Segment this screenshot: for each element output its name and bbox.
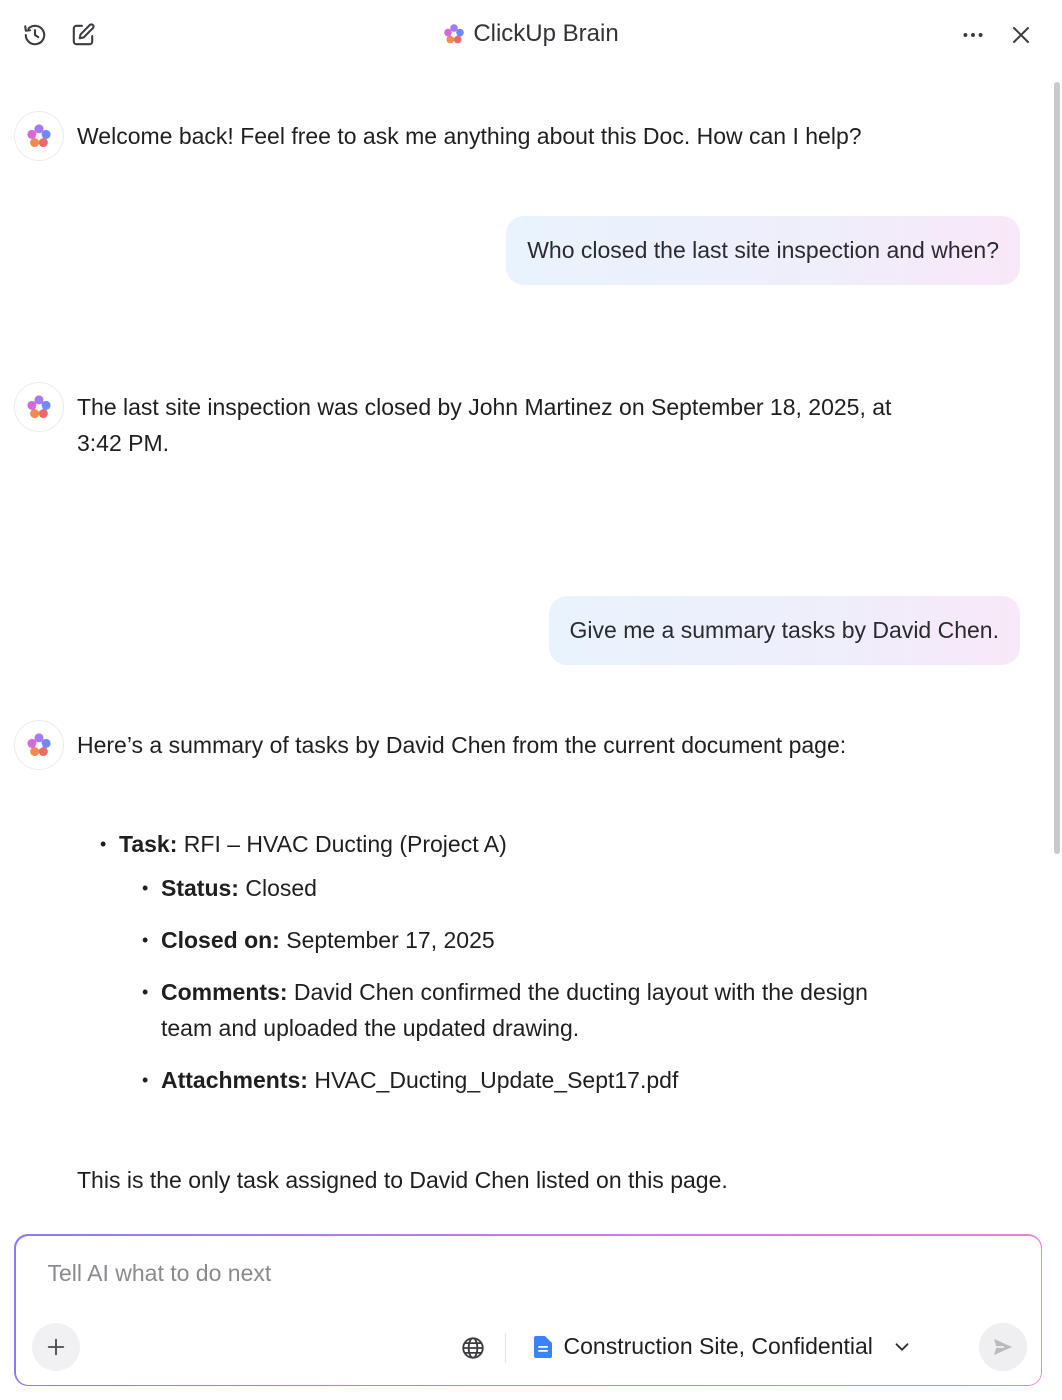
web-search-toggle[interactable] (456, 1331, 490, 1365)
status-label: Status: (161, 875, 239, 901)
ai-avatar (14, 382, 64, 432)
close-icon (1013, 27, 1029, 43)
attachment-file-name[interactable]: HVAC_Ducting_Update_Sept17.pdf (314, 1067, 678, 1093)
comments-value: team and uploaded the updated drawing. (161, 1015, 580, 1041)
context-label: Construction Site, Confidential (563, 1333, 873, 1359)
list-item: Attachments: HVAC_Ducting_Update_Sept17.… (142, 1062, 960, 1098)
ai-avatar (14, 111, 64, 161)
brain-logo-icon (27, 395, 51, 419)
document-icon (533, 1335, 552, 1358)
ai-message-summary-intro: Here’s a summary of tasks by David Chen … (77, 732, 847, 758)
answer-line: 3:42 PM. (77, 430, 170, 456)
add-attachment-button[interactable] (31, 1322, 80, 1371)
list-item: Closed on: September 17, 2025 (142, 922, 960, 958)
composer-inner: Construction Site, Confidential (15, 1235, 1041, 1385)
header-title-group: ClickUp Brain (0, 20, 1062, 48)
send-button[interactable] (978, 1322, 1027, 1371)
page-title: ClickUp Brain (473, 20, 619, 47)
divider (504, 1333, 506, 1362)
closed-on-value: September 17, 2025 (286, 927, 495, 953)
status-value: Closed (245, 875, 317, 901)
composer: Construction Site, Confidential (14, 1234, 1042, 1386)
task-label: Task: (119, 831, 178, 857)
closed-on-label: Closed on: (161, 927, 280, 953)
brain-logo-icon (444, 24, 465, 44)
attachments-label: Attachments: (161, 1067, 308, 1093)
comments-label: Comments: (161, 979, 288, 1005)
list-item: Task: RFI – HVAC Ducting (Project A) (100, 826, 960, 862)
brain-logo-icon (27, 733, 51, 757)
task-summary-list: Task: RFI – HVAC Ducting (Project A) Sta… (100, 826, 960, 1098)
user-message: Give me a summary tasks by David Chen. (548, 596, 1020, 665)
chevron-down-icon (895, 1342, 909, 1351)
comments-value: David Chen confirmed the ducting layout … (293, 979, 868, 1005)
task-value: RFI – HVAC Ducting (Project A) (183, 831, 507, 857)
send-icon (993, 1338, 1012, 1355)
ai-message-summary-outro: This is the only task assigned to David … (77, 1167, 728, 1193)
close-button[interactable] (1003, 17, 1039, 53)
prompt-input[interactable] (47, 1259, 948, 1287)
brain-logo-icon (27, 124, 51, 148)
ai-avatar (14, 720, 64, 770)
more-options-button[interactable] (955, 17, 991, 53)
list-item: Comments: David Chen confirmed the ducti… (142, 974, 960, 1046)
globe-icon (461, 1336, 484, 1359)
ai-message-answer: The last site inspection was closed by J… (77, 389, 997, 461)
answer-line: The last site inspection was closed by J… (77, 394, 892, 420)
more-icon (963, 33, 983, 37)
ai-message-welcome: Welcome back! Feel free to ask me anythi… (77, 123, 862, 149)
scrollbar[interactable] (1054, 82, 1060, 854)
header: ClickUp Brain (0, 0, 1062, 70)
list-item: Status: Closed (142, 870, 960, 906)
user-message: Who closed the last site inspection and … (506, 216, 1020, 285)
context-selector[interactable]: Construction Site, Confidential (533, 1326, 913, 1368)
plus-icon (47, 1338, 64, 1355)
